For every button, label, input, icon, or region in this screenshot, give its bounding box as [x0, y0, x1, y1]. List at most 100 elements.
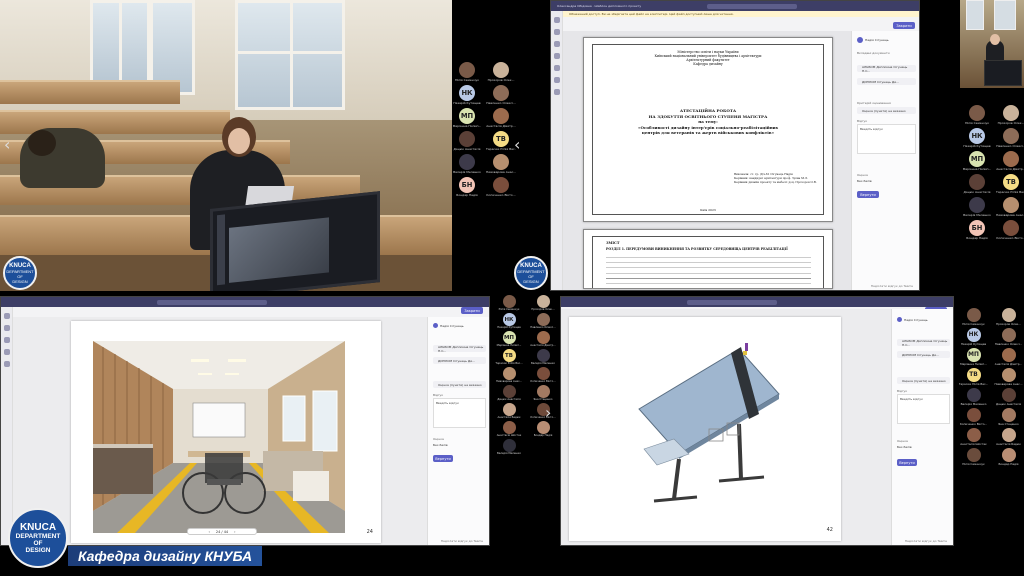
- participant-tile[interactable]: Прохоров Олек...: [528, 295, 558, 311]
- participant-tile[interactable]: Прохоров Олек...: [993, 308, 1024, 326]
- return-button[interactable]: Вернути: [857, 191, 879, 198]
- teams-feedback-link[interactable]: Надіслати відгук до Teams: [441, 539, 483, 543]
- close-button[interactable]: Закрити: [893, 22, 915, 29]
- participant-tile[interactable]: Валерія Мелешко: [452, 154, 482, 174]
- attached-file[interactable]: ДИПЛОМ Сігунець Ди...: [857, 78, 916, 85]
- participant-tile[interactable]: МП Маріанна Пилип...: [494, 331, 524, 347]
- participant-tile[interactable]: Пивоварова Анас...: [494, 367, 524, 383]
- participant-tile[interactable]: НК Назарій Кутищев: [958, 328, 989, 346]
- participant-tile[interactable]: Копиченко Вікто...: [528, 403, 558, 419]
- attached-file[interactable]: АЛЬБОМ Дипломна Сігунець Н.С...: [433, 345, 486, 353]
- close-button[interactable]: Закрити: [461, 307, 483, 314]
- participant-tile[interactable]: Юлія Семенчук: [452, 62, 482, 82]
- student-selector[interactable]: Надія Сігунець: [433, 323, 464, 328]
- participant-tile[interactable]: Анастасія Бадюк: [494, 403, 524, 419]
- search-input[interactable]: [707, 3, 798, 9]
- return-button[interactable]: Вернути: [897, 459, 917, 466]
- participant-tile[interactable]: Юлія Семенчук: [494, 295, 524, 311]
- criteria-select[interactable]: Оцінка (пункти) не вказано: [857, 107, 916, 114]
- participant-tile[interactable]: Пивоварова Анас...: [486, 154, 516, 174]
- chevron-left-icon[interactable]: ‹: [208, 530, 209, 534]
- chat-icon[interactable]: [4, 325, 10, 331]
- participant-tile[interactable]: Копиченко Вікто...: [486, 177, 516, 197]
- participant-tile[interactable]: Юлія Семенчук: [962, 105, 992, 125]
- participant-tile[interactable]: ТВТарасюк Юлія Вас...: [958, 368, 989, 386]
- participant-tile[interactable]: Дацюк Анастасія: [494, 385, 524, 401]
- participant-tile[interactable]: Пивоварова Анас...: [996, 197, 1024, 217]
- calendar-icon[interactable]: [4, 361, 10, 367]
- activity-icon[interactable]: [554, 17, 560, 23]
- calendar-icon[interactable]: [554, 65, 560, 71]
- participant-tile[interactable]: Дацюк Анастасія: [452, 131, 482, 151]
- assignments-icon[interactable]: [554, 53, 560, 59]
- participant-tile[interactable]: Анастасія Дмитр...: [996, 151, 1024, 171]
- participant-tile[interactable]: МП Маріанна Пилип...: [958, 348, 989, 366]
- participant-tile[interactable]: Юлія Семенчук: [958, 448, 989, 466]
- activity-icon[interactable]: [4, 313, 10, 319]
- feedback-textarea[interactable]: Введіть відгук: [897, 394, 950, 424]
- participant-tile[interactable]: Павленко Олексі...: [996, 128, 1024, 148]
- assignments-icon[interactable]: [4, 349, 10, 355]
- chevron-left-icon[interactable]: ‹: [4, 137, 10, 153]
- participant-tile[interactable]: Юлія Семенчук: [958, 308, 989, 326]
- participant-tile[interactable]: БН Бондар Надія: [452, 177, 482, 197]
- participant-tile[interactable]: Копиченко Вікто...: [958, 408, 989, 426]
- participant-tile[interactable]: Бондар Надія: [993, 448, 1024, 466]
- participant-tile[interactable]: Валерія Мелешко: [962, 197, 992, 217]
- attached-file[interactable]: ДИПЛОМ Сігунець Ди...: [897, 351, 950, 358]
- teams-icon[interactable]: [554, 41, 560, 47]
- chevron-right-icon[interactable]: ›: [545, 405, 551, 421]
- participant-tile[interactable]: Валерія Мелешко: [528, 349, 558, 365]
- participant-tile[interactable]: Прохоров Олек...: [486, 62, 516, 82]
- participant-tile[interactable]: МП Маріанна Пилип...: [962, 151, 992, 171]
- participant-tile[interactable]: Копиченко Вікто...: [528, 367, 558, 383]
- teams-feedback-link[interactable]: Надіслати відгук до Teams: [905, 539, 947, 543]
- participant-tile[interactable]: ТВТарасюк Юлія Вас...: [486, 131, 516, 151]
- participant-tile[interactable]: Бондар Надія: [528, 421, 558, 437]
- feedback-textarea[interactable]: Введіть відгук: [857, 124, 916, 154]
- search-input[interactable]: [157, 299, 267, 305]
- participant-tile[interactable]: Валерія Мелешко: [494, 439, 524, 455]
- feedback-textarea[interactable]: Введіть відгук: [433, 398, 486, 428]
- grade-value[interactable]: Без балів: [857, 179, 872, 183]
- participant-tile[interactable]: НК Назарій Кутищев: [452, 85, 482, 105]
- participant-tile[interactable]: Яна Стеценко: [528, 385, 558, 401]
- participant-tile[interactable]: Дацюк Анастасія: [962, 174, 992, 194]
- participant-tile[interactable]: Павленко Олексі...: [486, 85, 516, 105]
- participant-tile[interactable]: Анастасія Дмитр...: [528, 331, 558, 347]
- document-viewer[interactable]: Міністерство освіти і науки України Київс…: [563, 31, 851, 290]
- participant-tile[interactable]: Прохоров Олек...: [996, 105, 1024, 125]
- participant-tile[interactable]: Анастасія Шостак: [958, 428, 989, 446]
- student-selector[interactable]: Надія Сігунець: [897, 317, 928, 322]
- participant-tile[interactable]: Павленко Олексі...: [993, 328, 1024, 346]
- student-selector[interactable]: Надія Сігунець: [857, 37, 889, 43]
- participant-tile[interactable]: Копиченко Вікто...: [996, 220, 1024, 240]
- participant-tile[interactable]: Валерія Мелешко: [958, 388, 989, 406]
- attached-file[interactable]: ДИПЛОМ Сігунець Ди...: [433, 357, 486, 364]
- participant-tile[interactable]: МП Маріанна Пилип...: [452, 108, 482, 128]
- teams-feedback-link[interactable]: Надіслати відгук до Teams: [871, 284, 913, 288]
- attached-file[interactable]: АЛЬБОМ Дипломна Сігунець Н.С...: [857, 65, 916, 73]
- participant-tile[interactable]: ТВТарасюк Юлія Вас...: [494, 349, 524, 365]
- participant-tile[interactable]: Анастасія Бадюк: [993, 428, 1024, 446]
- participant-tile[interactable]: БН Бондар Надія: [962, 220, 992, 240]
- grade-value[interactable]: Без балів: [433, 443, 448, 447]
- page-navigator[interactable]: ‹ 24 / 44 ›: [187, 528, 257, 535]
- participant-tile[interactable]: Анастасія Шостак: [494, 421, 524, 437]
- document-viewer[interactable]: 24 ‹ 24 / 44 ›: [13, 317, 427, 545]
- criteria-select[interactable]: Оцінка (пункти) не вказано: [897, 377, 950, 384]
- chat-icon[interactable]: [554, 29, 560, 35]
- participant-tile[interactable]: НК Назарій Кутищев: [494, 313, 524, 329]
- calls-icon[interactable]: [554, 77, 560, 83]
- participant-tile[interactable]: Анастасія Дмитр...: [993, 348, 1024, 366]
- chevron-left-icon[interactable]: ‹: [514, 137, 520, 153]
- participant-tile[interactable]: Павленко Олексі...: [528, 313, 558, 329]
- document-viewer[interactable]: 42: [561, 309, 891, 545]
- return-button[interactable]: Вернути: [433, 455, 453, 462]
- chevron-right-icon[interactable]: ›: [234, 530, 235, 534]
- teams-icon[interactable]: [4, 337, 10, 343]
- participant-tile[interactable]: Дацюк Анастасія: [993, 388, 1024, 406]
- files-icon[interactable]: [554, 89, 560, 95]
- participant-tile[interactable]: Анастасія Дмитр...: [486, 108, 516, 128]
- criteria-select[interactable]: Оцінка (пункти) не вказано: [433, 381, 486, 388]
